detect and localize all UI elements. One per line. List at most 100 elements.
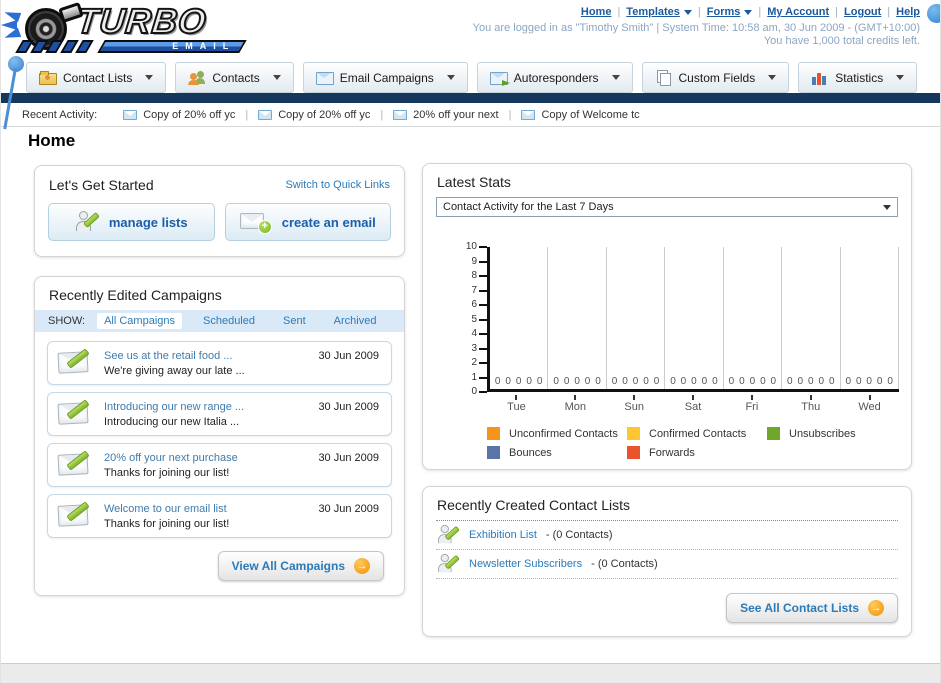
switch-to-quick-links[interactable]: Switch to Quick Links xyxy=(285,179,390,191)
y-tick-label: 1 xyxy=(471,371,486,383)
separator: | xyxy=(758,6,762,18)
value-label: 0 xyxy=(505,376,511,387)
tab-autoresponders[interactable]: Autoresponders xyxy=(476,62,633,93)
activity-text: Copy of 20% off yc xyxy=(278,108,371,121)
value-label: 0 xyxy=(787,376,793,387)
recent-activity-item[interactable]: Copy of Welcome tc xyxy=(511,109,649,121)
contact-list-row[interactable]: Newsletter Subscribers - (0 Contacts) xyxy=(436,550,898,579)
header-link-templates[interactable]: Templates xyxy=(626,6,692,18)
campaign-row[interactable]: Welcome to our email list Thanks for joi… xyxy=(47,494,392,538)
campaign-list: See us at the retail food ... We're givi… xyxy=(35,332,404,538)
campaign-subtitle: Thanks for joining our list! xyxy=(104,517,230,530)
section-title: Latest Stats xyxy=(437,174,511,190)
value-label: 0 xyxy=(797,376,804,387)
value-label: 0 xyxy=(574,376,580,387)
filter-archived[interactable]: Archived xyxy=(327,313,384,329)
legend-swatch xyxy=(627,446,640,459)
logo-email-banner: EMAIL xyxy=(97,40,247,53)
tab-label: Statistics xyxy=(835,70,884,85)
see-all-contact-lists-button[interactable]: See All Contact Lists xyxy=(726,593,898,623)
contact-count: - (0 Contacts) xyxy=(591,558,658,570)
contact-list-link[interactable]: Exhibition List xyxy=(469,529,537,541)
header-link-help[interactable]: Help xyxy=(896,6,920,18)
filter-all-campaigns[interactable]: All Campaigns xyxy=(97,313,182,329)
view-all-campaigns-button[interactable]: View All Campaigns xyxy=(217,551,384,581)
value-label: 0 xyxy=(701,376,708,387)
header-nav: Home | Templates | Forms | My Account | Logout | H… xyxy=(581,6,920,18)
tab-contact-lists[interactable]: Contact Lists xyxy=(26,62,167,93)
value-label: 0 xyxy=(866,376,872,387)
value-label: 0 xyxy=(760,376,766,387)
activity-text: 20% off your next xyxy=(413,108,499,121)
lets-get-started-panel: Let's Get Started Switch to Quick Links … xyxy=(34,165,405,257)
legend-item: Bounces xyxy=(487,446,627,459)
chart-category-group: 00000 xyxy=(607,247,666,389)
y-tick-label: 10 xyxy=(465,241,488,252)
value-label: 0 xyxy=(595,376,601,387)
tab-custom-fields[interactable]: Custom Fields xyxy=(641,62,790,93)
chart-category-group: 00000 xyxy=(548,247,607,389)
x-tick-label: Sun xyxy=(605,395,664,413)
value-label: 0 xyxy=(739,376,745,387)
tab-label: Custom Fields xyxy=(678,70,756,85)
latest-stats-panel: Latest Stats Contact Activity for the La… xyxy=(422,163,912,470)
tab-email-campaigns[interactable]: Email Campaigns xyxy=(302,62,468,93)
value-label: 0 xyxy=(563,376,570,387)
legend-item: Unsubscribes xyxy=(767,427,907,440)
y-tick-label: 4 xyxy=(471,328,486,339)
campaign-date: 30 Jun 2009 xyxy=(318,452,379,464)
recent-activity-label: Recent Activity: xyxy=(22,108,98,121)
help-bubble-icon[interactable] xyxy=(927,4,940,23)
filter-scheduled[interactable]: Scheduled xyxy=(196,313,262,329)
contact-list-row[interactable]: Exhibition List - (0 Contacts) xyxy=(436,521,898,550)
recent-activity-item[interactable]: Copy of 20% off yc xyxy=(248,109,380,121)
campaign-filter-bar: SHOW: All Campaigns Scheduled Sent Archived xyxy=(35,310,404,332)
separator: | xyxy=(697,6,701,18)
contact-list-link[interactable]: Newsletter Subscribers xyxy=(469,558,582,570)
campaign-row[interactable]: See us at the retail food ... We're givi… xyxy=(47,341,392,385)
chart-category-group: 00000 xyxy=(665,247,724,389)
chevron-down-icon xyxy=(145,75,154,80)
recent-activity-item[interactable]: 20% off your next xyxy=(383,109,508,121)
tab-contacts[interactable]: Contacts xyxy=(175,62,294,93)
envelope-icon xyxy=(393,109,408,120)
envelope-pencil-icon xyxy=(57,450,94,479)
header-link-logout[interactable]: Logout xyxy=(844,6,881,18)
campaign-row[interactable]: Introducing our new range ... Introducin… xyxy=(47,392,392,436)
header-link-my-account[interactable]: My Account xyxy=(767,6,829,18)
create-an-email-button[interactable]: create an email xyxy=(224,203,391,241)
tab-statistics[interactable]: Statistics xyxy=(798,62,918,93)
envelope-pencil-icon xyxy=(57,348,94,377)
section-title: Recently Created Contact Lists xyxy=(436,487,898,521)
value-label: 0 xyxy=(643,376,649,387)
value-label: 0 xyxy=(494,376,501,387)
turbo-email-logo: TURBO EMAIL xyxy=(1,1,255,57)
value-label: 0 xyxy=(515,376,522,387)
value-label: 0 xyxy=(653,376,660,387)
show-label: SHOW: xyxy=(48,315,86,327)
recent-activity-item[interactable]: Copy of 20% off yc xyxy=(113,109,245,121)
value-label: 0 xyxy=(670,376,676,387)
stats-period-dropdown[interactable]: Contact Activity for the Last 7 Days xyxy=(436,197,898,217)
header-link-forms[interactable]: Forms xyxy=(707,6,753,18)
contact-activity-chart: 10 9 8 7 6 5 4 3 2 1 0 000000000000000000000000000… xyxy=(466,242,899,397)
x-tick-label: Thu xyxy=(781,395,840,413)
y-tick-label: 9 xyxy=(471,255,486,267)
header-link-home[interactable]: Home xyxy=(581,6,612,18)
campaign-row[interactable]: 20% off your next purchase Thanks for jo… xyxy=(47,443,392,487)
value-label: 0 xyxy=(749,376,756,387)
value-label: 0 xyxy=(536,376,543,387)
page-title: Home xyxy=(28,131,76,150)
section-title: Recently Edited Campaigns xyxy=(49,287,222,303)
campaign-date: 30 Jun 2009 xyxy=(318,401,379,413)
y-tick-label: 6 xyxy=(471,299,486,310)
legend-label: Unsubscribes xyxy=(789,427,856,440)
filter-sent[interactable]: Sent xyxy=(276,313,313,329)
manage-lists-button[interactable]: manage lists xyxy=(48,203,215,241)
person-pencil-icon xyxy=(75,211,100,233)
value-label: 0 xyxy=(770,376,777,387)
plot-area: 00000000000000000000000000000000000 xyxy=(487,247,899,392)
credits-text: You have 1,000 total credits left. xyxy=(763,35,920,47)
chart-category-group: 00000 xyxy=(490,247,549,389)
legend-item: Forwards xyxy=(627,446,767,459)
